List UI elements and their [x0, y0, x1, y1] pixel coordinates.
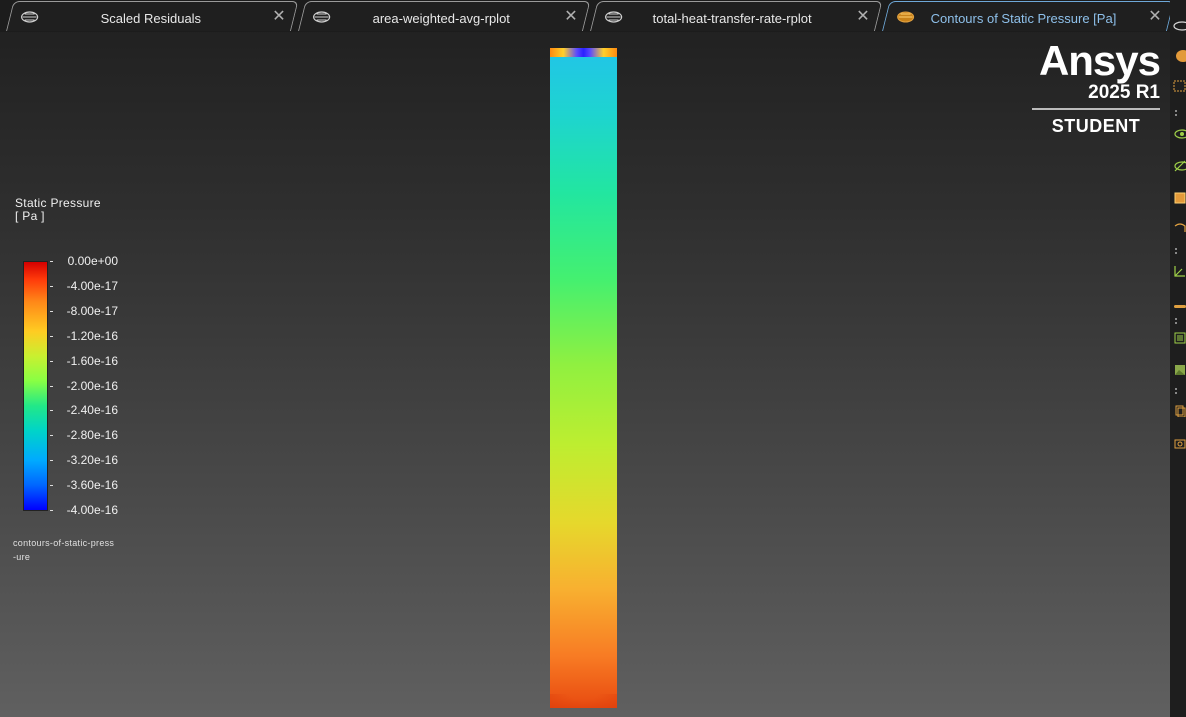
- legend-tick-label: -1.20e-16: [66, 328, 118, 343]
- legend-tick-mark: [50, 360, 53, 362]
- legend-tick-label: -2.80e-16: [66, 428, 118, 443]
- legend-tick-label: -2.00e-16: [66, 378, 118, 393]
- column-top-gradient: [550, 48, 617, 57]
- legend-tick-label: -2.40e-16: [66, 403, 118, 418]
- tab-label: total-heat-transfer-rate-rplot: [652, 11, 812, 26]
- legend-tick-mark: [50, 510, 53, 511]
- list-icon[interactable]: [1173, 332, 1186, 344]
- legend-tick-mark: [50, 410, 53, 412]
- tab-bar: Scaled Residuals ✕ area-weighted-avg-rpl…: [0, 0, 1175, 32]
- camera-icon[interactable]: [1173, 437, 1186, 449]
- legend-title: Static Pressure [ Pa ]: [15, 197, 101, 223]
- box-icon[interactable]: [1173, 192, 1186, 204]
- legend-tick-label: -4.00e-17: [66, 278, 118, 293]
- legend-tick-mark: [50, 261, 53, 262]
- tab-label: area-weighted-avg-rplot: [372, 11, 510, 26]
- logo-edition: STUDENT: [1051, 116, 1141, 136]
- logo-name: Ansys: [1038, 37, 1161, 84]
- tab-area-weighted-avg-rplot[interactable]: area-weighted-avg-rplot ✕: [298, 1, 591, 31]
- toolbar-separator: [1175, 110, 1179, 116]
- ellipse-icon[interactable]: [1173, 20, 1186, 32]
- legend-tick-mark: [50, 435, 53, 437]
- ansys-logo: Ansys 2025 R1 STUDENT: [1032, 37, 1161, 137]
- close-icon[interactable]: ✕: [1148, 6, 1161, 26]
- legend-tick-label: -1.60e-16: [66, 353, 118, 368]
- colorbar: [23, 261, 48, 511]
- legend-title-unit: [ Pa ]: [15, 209, 45, 223]
- close-icon[interactable]: ✕: [856, 6, 869, 26]
- line-icon[interactable]: [1173, 300, 1186, 312]
- legend-tick-label: -3.20e-16: [66, 453, 118, 468]
- hidden-eye-icon[interactable]: [1173, 160, 1186, 172]
- toolbar-separator: [1175, 248, 1179, 254]
- copy-icon[interactable]: [1173, 405, 1186, 417]
- legend-tick-label: -3.60e-16: [66, 478, 118, 493]
- toolbar-separator: [1175, 318, 1179, 324]
- dotted-region-icon[interactable]: [1173, 80, 1186, 92]
- close-icon[interactable]: ✕: [272, 6, 285, 26]
- contour-icon: [897, 11, 915, 23]
- logo-version: 2025 R1: [1088, 82, 1160, 103]
- tab-label: Contours of Static Pressure [Pa]: [930, 11, 1117, 26]
- close-icon[interactable]: ✕: [564, 6, 577, 26]
- logo-divider: [1032, 108, 1160, 110]
- rotate-icon[interactable]: [1173, 222, 1186, 234]
- axes-icon[interactable]: [1173, 265, 1186, 277]
- legend-tick-mark: [50, 335, 53, 337]
- legend-tick-mark: [50, 460, 53, 462]
- right-toolbar: [1170, 0, 1186, 717]
- toolbar-separator: [1175, 388, 1179, 394]
- plot-icon: [21, 11, 39, 23]
- image-icon[interactable]: [1173, 364, 1186, 376]
- contour-name: contours-of-static-press -ure: [13, 536, 133, 564]
- legend-tick-mark: [50, 310, 53, 312]
- tab-contours-of-static-pressure[interactable]: Contours of Static Pressure [Pa] ✕: [882, 1, 1175, 31]
- legend-tick-mark: [50, 285, 53, 287]
- tab-label: Scaled Residuals: [100, 11, 202, 26]
- contour-name-line: contours-of-static-press: [13, 538, 115, 548]
- tab-scaled-residuals[interactable]: Scaled Residuals ✕: [6, 1, 299, 31]
- contour-name-line: -ure: [13, 552, 31, 562]
- column-bottom-gradient: [550, 694, 617, 708]
- legend-tick-mark: [50, 385, 53, 387]
- tab-total-heat-transfer-rate-rplot[interactable]: total-heat-transfer-rate-rplot ✕: [590, 1, 883, 31]
- orange-disc-icon[interactable]: [1173, 50, 1186, 62]
- plot-icon: [605, 11, 623, 23]
- legend-tick-label: 0.00e+00: [67, 254, 118, 268]
- eye-icon[interactable]: [1173, 128, 1186, 140]
- legend-tick-label: -4.00e-16: [66, 503, 118, 517]
- contour-plot-column[interactable]: [550, 48, 617, 708]
- legend-tick-mark: [50, 485, 53, 487]
- legend-tick-label: -8.00e-17: [66, 303, 118, 318]
- plot-icon: [313, 11, 331, 23]
